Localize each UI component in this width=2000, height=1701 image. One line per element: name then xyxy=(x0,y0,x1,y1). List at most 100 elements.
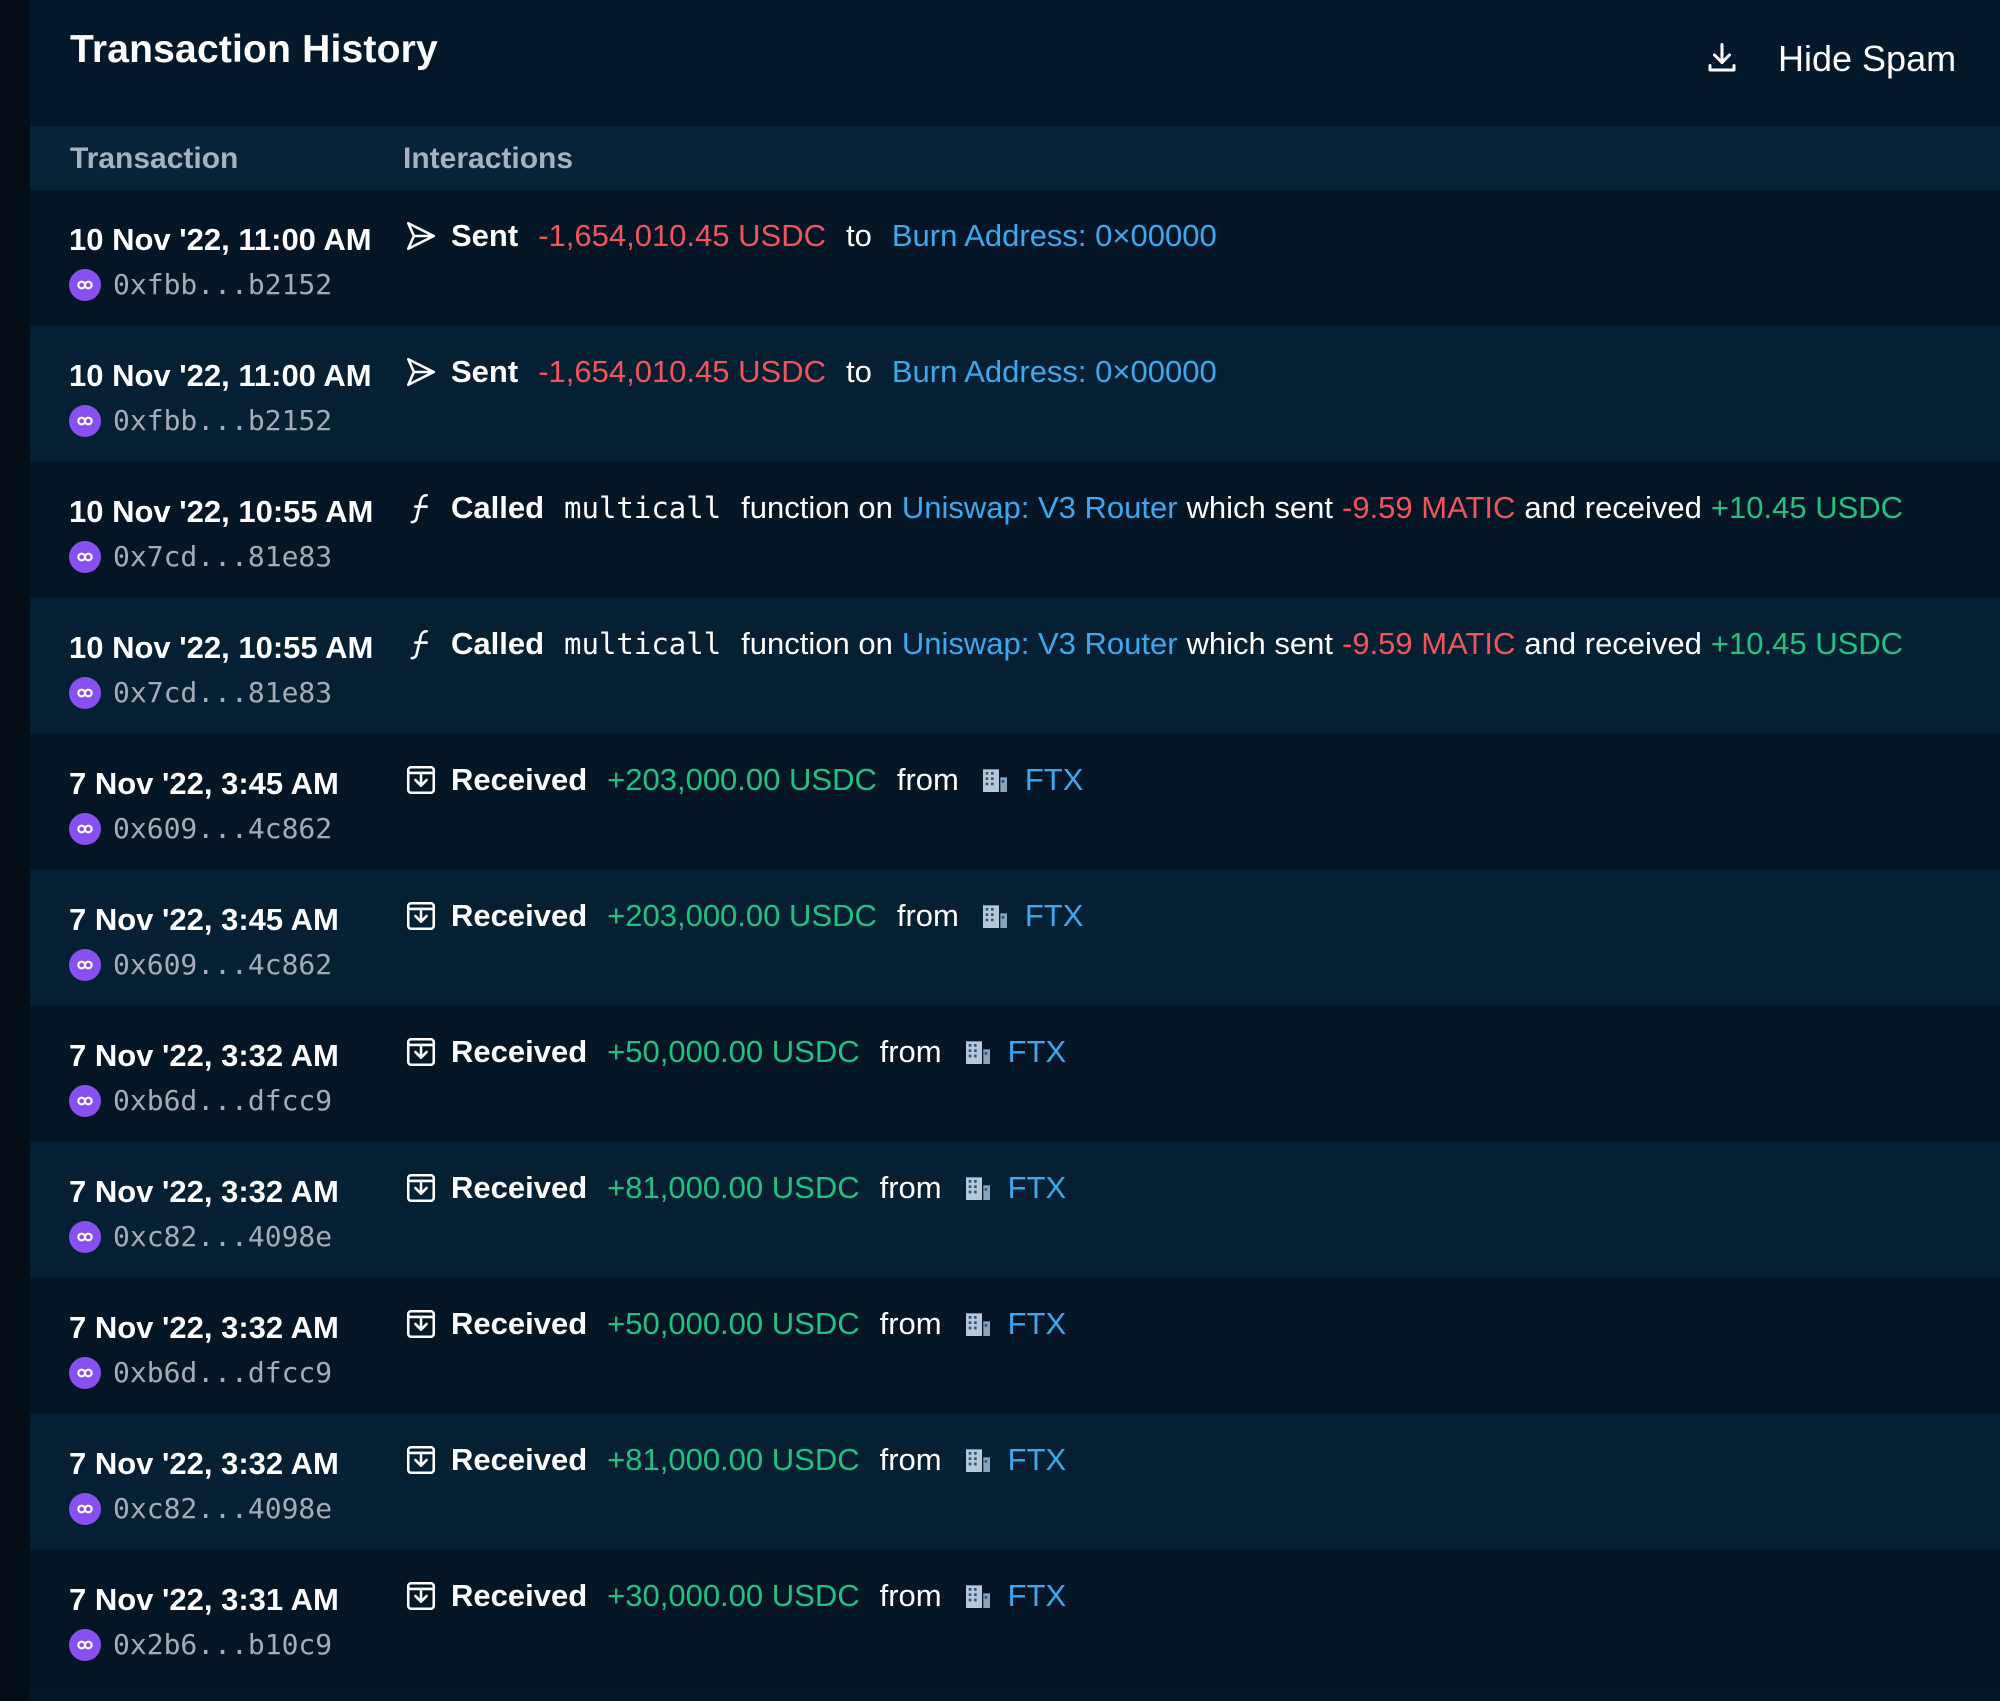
table-row[interactable]: 10 Nov '22, 10:55 AM 0x7cd...81e83 Called m… xyxy=(30,462,2000,598)
preposition: from xyxy=(879,1442,942,1477)
transaction-hash: 0xfbb...b2152 xyxy=(113,268,333,301)
exchange-building-icon xyxy=(979,764,1011,796)
contract-link[interactable]: Uniswap: V3 Router xyxy=(902,490,1178,526)
interaction-summary: Received +81,000.00 USDC from FTX xyxy=(403,1170,1066,1206)
polygon-chain-icon xyxy=(69,812,101,845)
table-row[interactable]: 7 Nov '22, 3:45 AM 0x609...4c862 Received +… xyxy=(30,870,2000,1006)
table-row[interactable]: 7 Nov '22, 3:45 AM 0x609...4c862 Received +… xyxy=(30,734,2000,870)
send-icon xyxy=(403,354,439,390)
polygon-chain-icon xyxy=(69,1492,101,1525)
amount: +203,000.00 USDC xyxy=(607,762,877,797)
interaction-verb: Received xyxy=(451,1170,588,1205)
left-sidebar-strip xyxy=(0,0,30,1701)
counterparty-link[interactable]: FTX xyxy=(1008,1306,1067,1342)
counterparty-link[interactable]: Burn Address: 0×00000 xyxy=(892,354,1217,390)
counterparty-link[interactable]: FTX xyxy=(1025,762,1084,798)
counterparty-link[interactable]: Burn Address: 0×00000 xyxy=(892,218,1217,254)
amount: +30,000.00 USDC xyxy=(607,1578,860,1613)
interaction-summary: Received +81,000.00 USDC from FTX xyxy=(403,1442,1066,1478)
transaction-hash-link[interactable]: 0x7cd...81e83 xyxy=(69,540,332,573)
polygon-chain-icon xyxy=(69,1356,101,1389)
preposition: to xyxy=(845,218,872,253)
table-row[interactable]: 7 Nov '22, 3:32 AM 0xb6d...dfcc9 Received +… xyxy=(30,1006,2000,1142)
exchange-building-icon xyxy=(962,1580,994,1612)
polygon-chain-icon xyxy=(69,540,101,573)
table-row[interactable]: 10 Nov '22, 10:55 AM 0x7cd...81e83 Called m… xyxy=(30,598,2000,734)
transaction-date: 10 Nov '22, 11:00 AM xyxy=(69,222,372,257)
download-button[interactable] xyxy=(1700,36,1744,80)
interaction-text: function on xyxy=(741,490,893,525)
download-icon xyxy=(1708,43,1736,72)
receive-icon xyxy=(403,1034,439,1070)
send-icon xyxy=(403,218,439,254)
interaction-summary: Called multicall function on Uniswap: V3 Ro… xyxy=(403,626,1903,662)
table-row[interactable]: 10 Nov '22, 11:00 AM 0xfbb...b2152 Sent -1,… xyxy=(30,190,2000,326)
transaction-hash: 0x609...4c862 xyxy=(113,812,333,845)
received-amount: +10.45 USDC xyxy=(1710,490,1904,525)
exchange-building-icon xyxy=(979,900,1011,932)
interaction-text: and received xyxy=(1524,490,1702,525)
counterparty-link[interactable]: FTX xyxy=(1025,898,1084,934)
amount: +50,000.00 USDC xyxy=(607,1306,860,1341)
transaction-hash: 0xb6d...dfcc9 xyxy=(113,1084,333,1117)
table-row[interactable]: 7 Nov '22, 3:32 AM 0xc82...4098e Received +… xyxy=(30,1414,2000,1550)
transaction-hash-link[interactable]: 0xb6d...dfcc9 xyxy=(69,1084,332,1117)
counterparty-link[interactable]: FTX xyxy=(1008,1170,1067,1206)
transaction-hash: 0x7cd...81e83 xyxy=(113,540,333,573)
transaction-hash-link[interactable]: 0xfbb...b2152 xyxy=(69,404,332,437)
transaction-date: 7 Nov '22, 3:32 AM xyxy=(69,1038,339,1073)
interaction-verb: Received xyxy=(451,1442,588,1477)
transaction-hash: 0xc82...4098e xyxy=(113,1220,333,1253)
interaction-verb: Sent xyxy=(451,354,519,389)
interaction-text: and received xyxy=(1524,626,1702,661)
interaction-summary: Sent -1,654,010.45 USDC to Burn Address: 0×… xyxy=(403,354,1217,390)
interaction-verb: Received xyxy=(451,1034,588,1069)
transaction-date: 7 Nov '22, 3:32 AM xyxy=(69,1174,339,1209)
table-row[interactable]: 10 Nov '22, 11:00 AM 0xfbb...b2152 Sent -1,… xyxy=(30,326,2000,462)
table-row[interactable]: 7 Nov '22, 3:32 AM 0xc82...4098e Received +… xyxy=(30,1142,2000,1278)
transaction-hash: 0x609...4c862 xyxy=(113,948,333,981)
interaction-summary: Received +50,000.00 USDC from FTX xyxy=(403,1034,1066,1070)
counterparty-link[interactable]: FTX xyxy=(1008,1578,1067,1614)
receive-icon xyxy=(403,1306,439,1342)
table-header: Transaction Interactions xyxy=(30,126,2000,190)
interaction-verb: Sent xyxy=(451,218,519,253)
receive-icon xyxy=(403,762,439,798)
column-header-interactions: Interactions xyxy=(403,142,574,175)
interaction-text: which sent xyxy=(1186,490,1333,525)
counterparty-link[interactable]: FTX xyxy=(1008,1442,1067,1478)
preposition: from xyxy=(896,762,959,797)
transaction-date: 10 Nov '22, 10:55 AM xyxy=(69,494,374,529)
transaction-hash-link[interactable]: 0x609...4c862 xyxy=(69,948,332,981)
transaction-hash: 0x7cd...81e83 xyxy=(113,676,333,709)
function-icon xyxy=(403,490,439,526)
transaction-hash-link[interactable]: 0xb6d...dfcc9 xyxy=(69,1356,332,1389)
transaction-hash: 0xfbb...b2152 xyxy=(113,404,333,437)
transaction-hash-link[interactable]: 0xc82...4098e xyxy=(69,1220,332,1253)
amount: -1,654,010.45 USDC xyxy=(538,354,826,389)
function-icon xyxy=(403,626,439,662)
polygon-chain-icon xyxy=(69,676,101,709)
sent-amount: -9.59 MATIC xyxy=(1342,490,1516,525)
interaction-verb: Received xyxy=(451,762,588,797)
transaction-hash-link[interactable]: 0x2b6...b10c9 xyxy=(69,1628,332,1661)
contract-link[interactable]: Uniswap: V3 Router xyxy=(902,626,1178,662)
transaction-date: 7 Nov '22, 3:45 AM xyxy=(69,766,339,801)
polygon-chain-icon xyxy=(69,404,101,437)
transaction-hash-link[interactable]: 0xfbb...b2152 xyxy=(69,268,332,301)
table-row[interactable]: 7 Nov '22, 3:32 AM 0xb6d...dfcc9 Received +… xyxy=(30,1278,2000,1414)
amount: +50,000.00 USDC xyxy=(607,1034,860,1069)
panel-header: Transaction History Hide Spam xyxy=(30,0,2000,126)
counterparty-link[interactable]: FTX xyxy=(1008,1034,1067,1070)
transaction-hash: 0xb6d...dfcc9 xyxy=(113,1356,333,1389)
transaction-hash-link[interactable]: 0x609...4c862 xyxy=(69,812,332,845)
receive-icon xyxy=(403,1578,439,1614)
function-name: multicall xyxy=(564,627,722,661)
transaction-hash-link[interactable]: 0x7cd...81e83 xyxy=(69,676,332,709)
transaction-hash: 0x2b6...b10c9 xyxy=(113,1628,333,1661)
sent-amount: -9.59 MATIC xyxy=(1342,626,1516,661)
table-row[interactable]: 7 Nov '22, 3:31 AM 0x2b6...b10c9 Received +… xyxy=(30,1550,2000,1686)
interaction-verb: Received xyxy=(451,1578,588,1613)
amount: -1,654,010.45 USDC xyxy=(538,218,826,253)
transaction-hash-link[interactable]: 0xc82...4098e xyxy=(69,1492,332,1525)
